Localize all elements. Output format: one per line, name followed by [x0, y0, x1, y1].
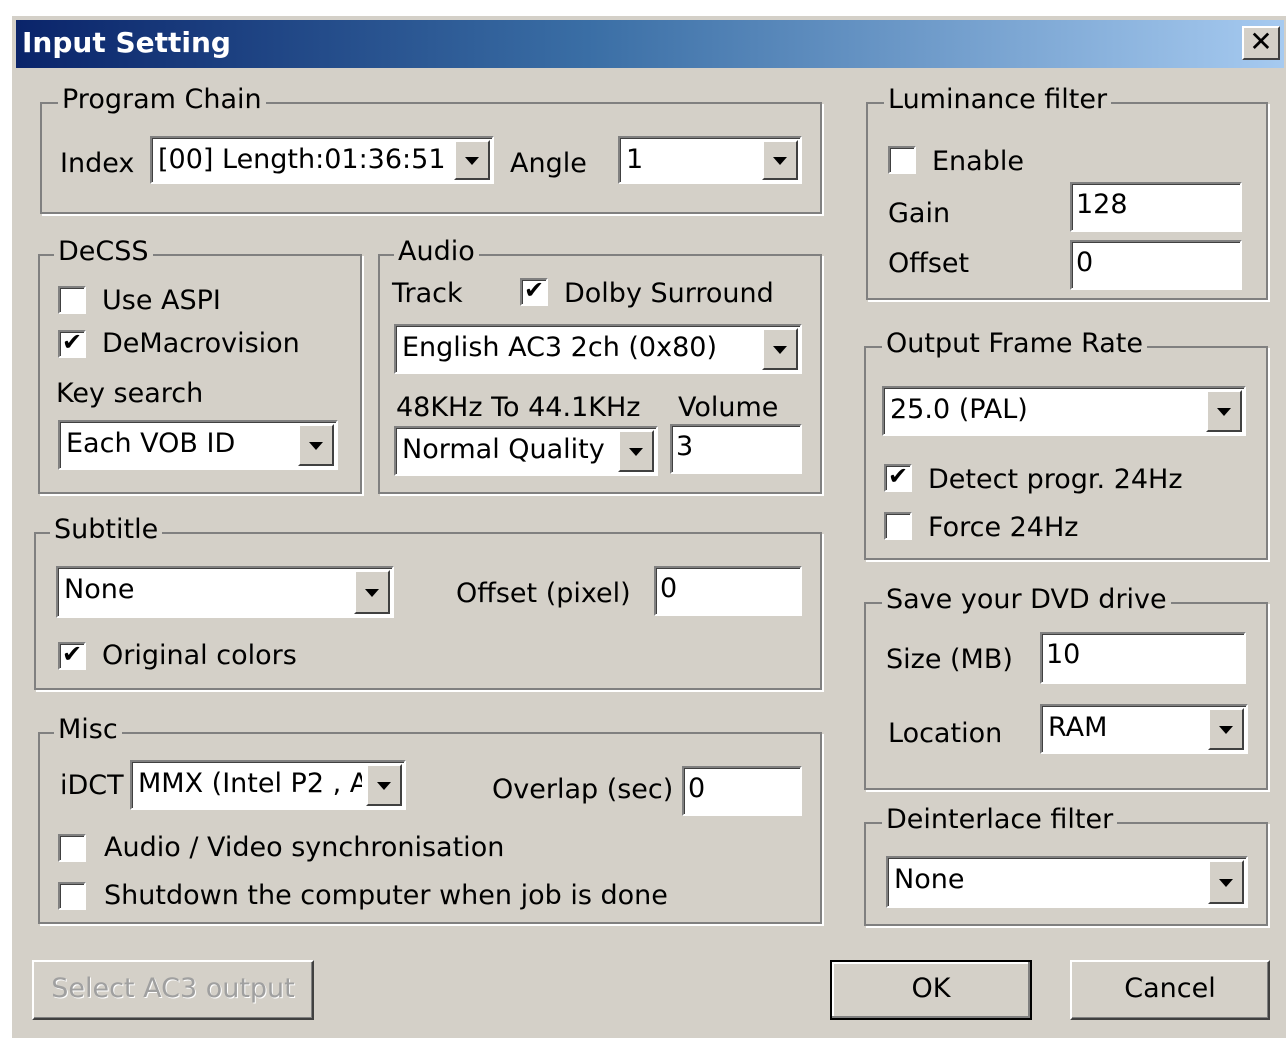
window-title: Input Setting	[22, 26, 231, 59]
force-24hz-checkbox[interactable]	[884, 512, 912, 540]
use-aspi-label: Use ASPI	[102, 285, 221, 316]
angle-dropdown[interactable]: 1	[618, 136, 802, 184]
key-search-dropdown[interactable]: Each VOB ID	[58, 420, 338, 470]
deinterlace-value: None	[894, 864, 965, 895]
title-bar[interactable]: Input Setting ✕	[16, 20, 1284, 68]
chevron-down-icon[interactable]	[298, 424, 334, 466]
chevron-down-icon[interactable]	[366, 764, 402, 806]
close-icon[interactable]: ✕	[1242, 26, 1280, 60]
audio-legend: Audio	[394, 236, 479, 267]
shutdown-label: Shutdown the computer when job is done	[104, 880, 668, 911]
cancel-button[interactable]: Cancel	[1070, 960, 1270, 1020]
idct-dropdown[interactable]: MMX (Intel P2 , A	[130, 760, 406, 810]
frame-rate-legend: Output Frame Rate	[882, 328, 1147, 359]
overlap-label: Overlap (sec)	[492, 774, 674, 805]
luminance-enable-label: Enable	[932, 146, 1024, 177]
overlap-input[interactable]: 0	[682, 766, 802, 816]
resample-quality-dropdown[interactable]: Normal Quality 4	[394, 426, 658, 476]
idct-value: MMX (Intel P2 , A	[138, 768, 362, 799]
chevron-down-icon[interactable]	[1208, 708, 1244, 750]
chevron-down-icon[interactable]	[762, 328, 798, 370]
decss-legend: DeCSS	[54, 236, 153, 267]
track-label: Track	[392, 278, 463, 309]
original-colors-label: Original colors	[102, 640, 297, 671]
chevron-down-icon[interactable]	[762, 140, 798, 180]
subtitle-legend: Subtitle	[50, 514, 163, 545]
chevron-down-icon[interactable]	[354, 570, 390, 614]
luminance-legend: Luminance filter	[884, 84, 1112, 115]
select-ac3-output-button[interactable]: Select AC3 output	[32, 960, 314, 1020]
subtitle-dropdown[interactable]: None	[56, 566, 394, 618]
location-dropdown[interactable]: RAM	[1040, 704, 1248, 754]
detect-24hz-checkbox[interactable]	[884, 462, 912, 492]
force-24hz-label: Force 24Hz	[928, 512, 1079, 543]
chevron-down-icon[interactable]	[1206, 390, 1242, 432]
luminance-offset-input[interactable]: 0	[1070, 240, 1242, 290]
key-search-label: Key search	[56, 378, 204, 409]
deinterlace-legend: Deinterlace filter	[882, 804, 1118, 835]
chevron-down-icon[interactable]	[454, 140, 490, 180]
frame-rate-dropdown[interactable]: 25.0 (PAL)	[882, 386, 1246, 436]
size-input[interactable]: 10	[1040, 632, 1246, 684]
detect-24hz-label: Detect progr. 24Hz	[928, 464, 1183, 495]
gain-input[interactable]: 128	[1070, 182, 1242, 232]
frame-rate-value: 25.0 (PAL)	[890, 394, 1028, 425]
ok-button[interactable]: OK	[830, 960, 1032, 1020]
angle-label: Angle	[510, 148, 587, 179]
index-value: [00] Length:01:36:51	[158, 144, 446, 175]
demacrovision-label: DeMacrovision	[102, 328, 300, 359]
location-value: RAM	[1048, 712, 1108, 743]
index-dropdown[interactable]: [00] Length:01:36:51	[150, 136, 494, 184]
luminance-enable-checkbox[interactable]	[888, 146, 916, 174]
av-sync-checkbox[interactable]	[58, 834, 86, 862]
resample-label: 48KHz To 44.1KHz	[396, 392, 641, 423]
program-chain-legend: Program Chain	[58, 84, 266, 115]
use-aspi-checkbox[interactable]	[58, 286, 86, 314]
av-sync-label: Audio / Video synchronisation	[104, 832, 505, 863]
audio-track-value: English AC3 2ch (0x80)	[402, 332, 717, 363]
luminance-offset-label: Offset	[888, 248, 970, 279]
resample-quality-value: Normal Quality 4	[402, 434, 614, 465]
demacrovision-checkbox[interactable]	[58, 328, 86, 358]
idct-label: iDCT	[60, 770, 124, 801]
chevron-down-icon[interactable]	[1208, 860, 1244, 904]
dolby-surround-checkbox[interactable]	[520, 276, 548, 306]
dvd-drive-legend: Save your DVD drive	[882, 584, 1171, 615]
gain-label: Gain	[888, 198, 951, 229]
location-label: Location	[888, 718, 1003, 749]
misc-legend: Misc	[54, 714, 122, 745]
audio-track-dropdown[interactable]: English AC3 2ch (0x80)	[394, 324, 802, 374]
volume-input[interactable]: 3	[670, 424, 802, 474]
dolby-surround-label: Dolby Surround	[564, 278, 774, 309]
volume-label: Volume	[678, 392, 779, 423]
deinterlace-dropdown[interactable]: None	[886, 856, 1248, 908]
dvd-drive-group: Save your DVD drive	[864, 584, 1268, 790]
original-colors-checkbox[interactable]	[58, 640, 86, 670]
shutdown-checkbox[interactable]	[58, 882, 86, 910]
subtitle-offset-label: Offset (pixel)	[456, 578, 631, 609]
index-label: Index	[60, 148, 135, 179]
chevron-down-icon[interactable]	[618, 430, 654, 472]
subtitle-offset-input[interactable]: 0	[654, 566, 802, 616]
angle-value: 1	[626, 144, 644, 175]
key-search-value: Each VOB ID	[66, 428, 236, 459]
size-label: Size (MB)	[886, 644, 1013, 675]
subtitle-value: None	[64, 574, 135, 605]
